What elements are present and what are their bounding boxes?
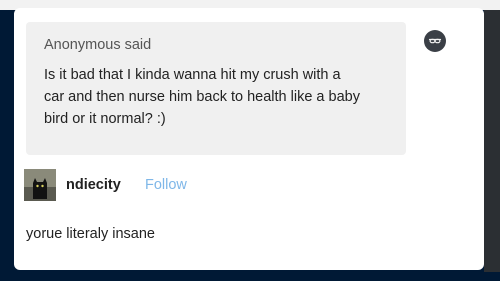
- ask-author-name: Anonymous: [44, 37, 121, 53]
- ask-box: Anonymous said Is it bad that I kinda wa…: [26, 22, 406, 155]
- ask-said-label: said: [124, 37, 152, 53]
- anonymous-sunglasses-icon: [427, 33, 443, 49]
- ask-question-text: Is it bad that I kinda wanna hit my crus…: [44, 67, 360, 127]
- follow-button[interactable]: Follow: [145, 176, 187, 194]
- reply-avatar[interactable]: [24, 169, 56, 201]
- reply-username[interactable]: ndiecity: [66, 176, 121, 194]
- reply-text: yorue literaly insane: [26, 226, 155, 242]
- ask-author-line: Anonymous said: [44, 36, 390, 54]
- right-edge-bar: [484, 10, 500, 272]
- black-cat-icon: [24, 169, 56, 201]
- anonymous-avatar-icon: [424, 30, 446, 52]
